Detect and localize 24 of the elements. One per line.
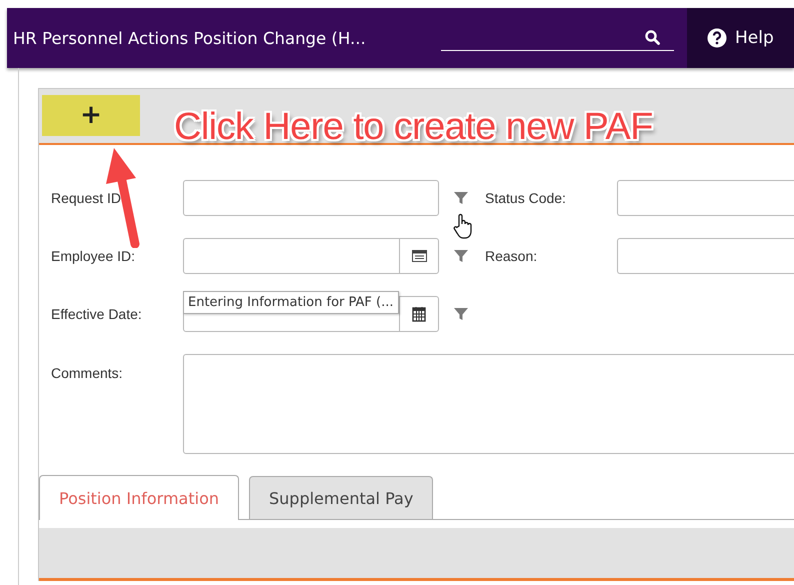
filter-icon[interactable] [453,306,469,322]
add-button[interactable]: + [42,95,140,136]
help-icon [707,28,727,48]
tooltip: Entering Information for PAF (... [183,291,398,314]
search-icon[interactable] [645,30,660,45]
tab[interactable]: Supplemental Pay [249,476,434,519]
filter-icon[interactable] [453,190,469,206]
calendar-icon [412,306,426,322]
hand-cursor-icon [453,213,473,239]
list-card-icon [412,250,426,262]
input-field[interactable] [183,238,439,274]
field-label: Reason: [485,248,538,264]
comments-field[interactable] [183,354,794,454]
annotation-text: Click Here to create new PAF [174,106,653,149]
page-title: HR Personnel Actions Position Change (H... [13,28,367,48]
tab[interactable]: Position Information [39,475,239,520]
field-label: Request ID [51,190,122,206]
filter-icon[interactable] [453,248,469,264]
field-label: Status Code: [485,190,567,206]
field-label: Employee ID: [51,248,136,264]
input-field[interactable] [183,180,439,216]
help-button[interactable]: Help [687,8,794,68]
field-label: Comments: [51,364,124,381]
field-label: Effective Date: [51,306,143,322]
